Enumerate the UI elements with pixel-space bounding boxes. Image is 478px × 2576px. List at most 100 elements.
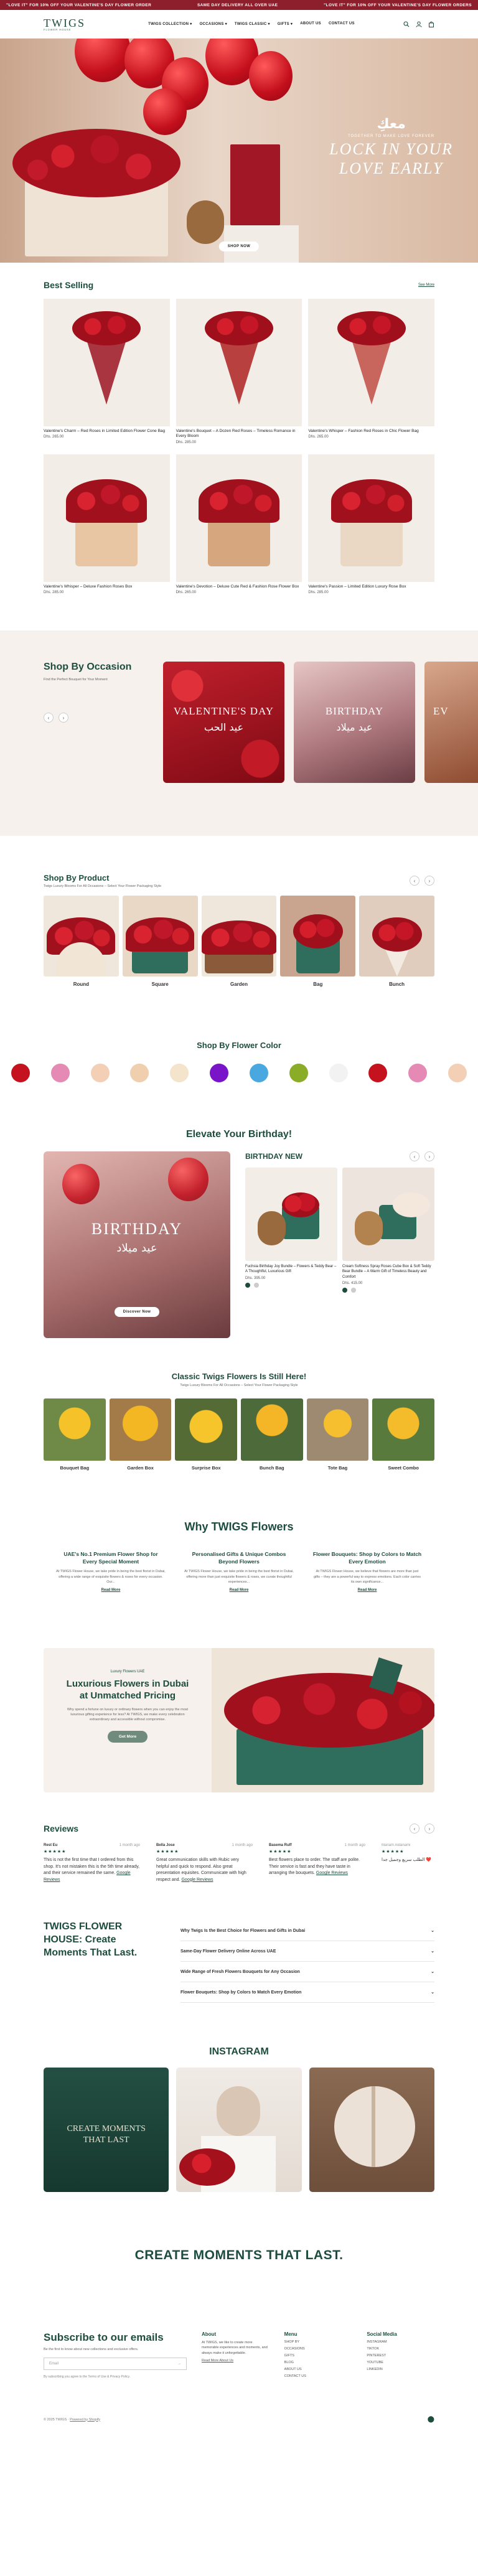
chat-badge-icon[interactable]: ⬤ bbox=[428, 2416, 434, 2423]
user-icon[interactable] bbox=[416, 21, 422, 27]
classic-card[interactable]: Garden Box bbox=[109, 1398, 172, 1471]
color-swatch-pink[interactable] bbox=[50, 1064, 70, 1083]
color-swatch-peach[interactable] bbox=[90, 1064, 110, 1083]
get-more-button[interactable]: Get More bbox=[107, 1731, 148, 1743]
classic-image[interactable] bbox=[306, 1398, 369, 1461]
social-link[interactable]: YOUTUBE bbox=[367, 2361, 434, 2364]
product-type-image[interactable] bbox=[122, 896, 198, 977]
product-type-card[interactable]: Bag bbox=[280, 896, 356, 987]
google-reviews-link[interactable]: Google Reviews bbox=[181, 1878, 213, 1882]
instagram-post[interactable] bbox=[176, 2068, 302, 2192]
shop-now-button[interactable]: SHOP NOW bbox=[218, 241, 260, 251]
read-more-about-link[interactable]: Read More About Us bbox=[202, 2359, 269, 2363]
powered-by-link[interactable]: Powered by Shopify bbox=[70, 2418, 100, 2422]
birthday-banner[interactable]: BIRTHDAY عيد ميلاد Discover Now bbox=[44, 1151, 230, 1339]
product-type-image[interactable] bbox=[359, 896, 434, 977]
product-image[interactable] bbox=[342, 1168, 434, 1262]
classic-card[interactable]: Bunch Bag bbox=[240, 1398, 303, 1471]
classic-image[interactable] bbox=[240, 1398, 303, 1461]
nav-item-gifts[interactable]: GIFTS ▾ bbox=[278, 22, 293, 26]
occasion-card-partial[interactable]: EV bbox=[424, 662, 478, 784]
product-title[interactable]: Fuchsia Birthday Joy Bundle – Flowers & … bbox=[245, 1264, 337, 1274]
product-image[interactable] bbox=[176, 299, 302, 426]
classic-card[interactable]: Surprise Box bbox=[175, 1398, 237, 1471]
chevron-down-icon[interactable]: ⌄ bbox=[431, 1990, 434, 1995]
color-swatch-white[interactable] bbox=[329, 1064, 348, 1083]
classic-card[interactable]: Tote Bag bbox=[306, 1398, 369, 1471]
nav-item-classic[interactable]: TWIGS CLASSIC ▾ bbox=[235, 22, 270, 26]
email-field[interactable]: Email → bbox=[44, 2358, 187, 2370]
color-swatch-cream[interactable] bbox=[170, 1064, 189, 1083]
product-type-image[interactable] bbox=[201, 896, 277, 977]
prev-arrow-icon[interactable]: ‹ bbox=[410, 876, 419, 886]
search-icon[interactable] bbox=[403, 21, 410, 27]
product-card[interactable]: Cream Softness Spray Roses Cube Box & So… bbox=[342, 1168, 434, 1293]
color-swatch-blue[interactable] bbox=[249, 1064, 268, 1083]
product-image[interactable] bbox=[44, 454, 170, 582]
product-image[interactable] bbox=[245, 1168, 337, 1262]
product-title[interactable]: Valentine's Devotion – Deluxe Cute Red &… bbox=[176, 584, 302, 589]
nav-item-about[interactable]: ABOUT US bbox=[300, 22, 321, 26]
classic-label[interactable]: Tote Bag bbox=[307, 1465, 369, 1471]
product-image[interactable] bbox=[308, 454, 434, 582]
classic-card[interactable]: Sweet Combo bbox=[372, 1398, 434, 1471]
arrow-right-icon[interactable]: → bbox=[177, 2362, 181, 2366]
footer-menu-item[interactable]: BLOG bbox=[284, 2361, 352, 2364]
color-swatch-red[interactable] bbox=[11, 1064, 30, 1083]
occasion-card-valentines[interactable]: VALENTINE'S DAY عيد الحب bbox=[163, 662, 284, 784]
chevron-down-icon[interactable]: ⌄ bbox=[431, 1949, 434, 1954]
product-card[interactable]: Valentine's Passion – Limited Edition Lu… bbox=[308, 454, 434, 594]
product-type-image[interactable] bbox=[280, 896, 356, 977]
chevron-down-icon[interactable]: ⌄ bbox=[431, 1969, 434, 1974]
swatch[interactable] bbox=[342, 1287, 347, 1293]
next-arrow-icon[interactable]: › bbox=[424, 876, 434, 886]
instagram-post[interactable]: CREATE MOMENTS THAT LAST bbox=[44, 2068, 169, 2192]
product-type-label[interactable]: Square bbox=[123, 981, 198, 987]
product-type-card[interactable]: Round bbox=[44, 896, 119, 987]
product-type-label[interactable]: Garden bbox=[202, 981, 277, 987]
footer-menu-item[interactable]: CONTACT US bbox=[284, 2374, 352, 2378]
faq-item[interactable]: Same-Day Flower Delivery Online Across U… bbox=[180, 1941, 434, 1962]
nav-item-contact[interactable]: CONTACT US bbox=[329, 22, 355, 26]
faq-question[interactable]: Same-Day Flower Delivery Online Across U… bbox=[180, 1949, 276, 1954]
product-type-card[interactable]: Garden bbox=[201, 896, 277, 987]
swatch[interactable] bbox=[253, 1282, 259, 1288]
product-card[interactable]: Valentine's Whisper – Deluxe Fashion Ros… bbox=[44, 454, 170, 594]
social-link[interactable]: TIKTOK bbox=[367, 2347, 434, 2351]
product-type-card[interactable]: Square bbox=[122, 896, 198, 987]
cart-icon[interactable] bbox=[428, 21, 434, 27]
product-type-image[interactable] bbox=[44, 896, 119, 977]
color-swatch-red[interactable] bbox=[368, 1064, 388, 1083]
faq-item[interactable]: Flower Bouquets: Shop by Colors to Match… bbox=[180, 1982, 434, 2003]
classic-label[interactable]: Bunch Bag bbox=[241, 1465, 303, 1471]
product-title[interactable]: Valentine's Whisper – Deluxe Fashion Ros… bbox=[44, 584, 170, 589]
next-arrow-icon[interactable]: › bbox=[424, 1151, 434, 1162]
footer-menu-item[interactable]: GIFTS bbox=[284, 2354, 352, 2358]
classic-image[interactable] bbox=[44, 1398, 106, 1461]
product-image[interactable] bbox=[308, 299, 434, 426]
prev-arrow-icon[interactable]: ‹ bbox=[410, 1824, 419, 1834]
nav-item-collection[interactable]: TWIGS COLLECTION ▾ bbox=[148, 22, 192, 26]
read-more-link[interactable]: Read More bbox=[230, 1588, 249, 1592]
faq-item[interactable]: Wide Range of Fresh Flowers Bouquets for… bbox=[180, 1962, 434, 1982]
prev-arrow-icon[interactable]: ‹ bbox=[410, 1151, 419, 1162]
product-card[interactable]: Fuchsia Birthday Joy Bundle – Flowers & … bbox=[245, 1168, 337, 1293]
product-card[interactable]: Valentine's Devotion – Deluxe Cute Red &… bbox=[176, 454, 302, 594]
faq-question[interactable]: Wide Range of Fresh Flowers Bouquets for… bbox=[180, 1970, 300, 1974]
product-title[interactable]: Cream Softness Spray Roses Cube Box & So… bbox=[342, 1264, 434, 1279]
product-title[interactable]: Valentine's Bouquet – A Dozen Red Roses … bbox=[176, 429, 302, 439]
google-reviews-link[interactable]: Google Reviews bbox=[316, 1871, 348, 1875]
product-title[interactable]: Valentine's Whisper – Fashion Red Roses … bbox=[308, 429, 434, 434]
see-more-link[interactable]: See More bbox=[418, 283, 434, 287]
social-link[interactable]: INSTAGRAM bbox=[367, 2340, 434, 2344]
social-link[interactable]: LINKEDIN bbox=[367, 2368, 434, 2371]
product-type-card[interactable]: Bunch bbox=[359, 896, 434, 987]
hero-banner[interactable]: معكِ TOGETHER TO MAKE LOVE FOREVER LOCK … bbox=[0, 39, 478, 263]
email-placeholder[interactable]: Email bbox=[49, 2362, 59, 2366]
read-more-link[interactable]: Read More bbox=[101, 1588, 121, 1592]
product-image[interactable] bbox=[176, 454, 302, 582]
classic-label[interactable]: Garden Box bbox=[110, 1465, 172, 1471]
color-swatch-green[interactable] bbox=[289, 1064, 308, 1083]
product-title[interactable]: Valentine's Charm – Red Roses in Limited… bbox=[44, 429, 170, 434]
instagram-post[interactable] bbox=[309, 2068, 434, 2192]
